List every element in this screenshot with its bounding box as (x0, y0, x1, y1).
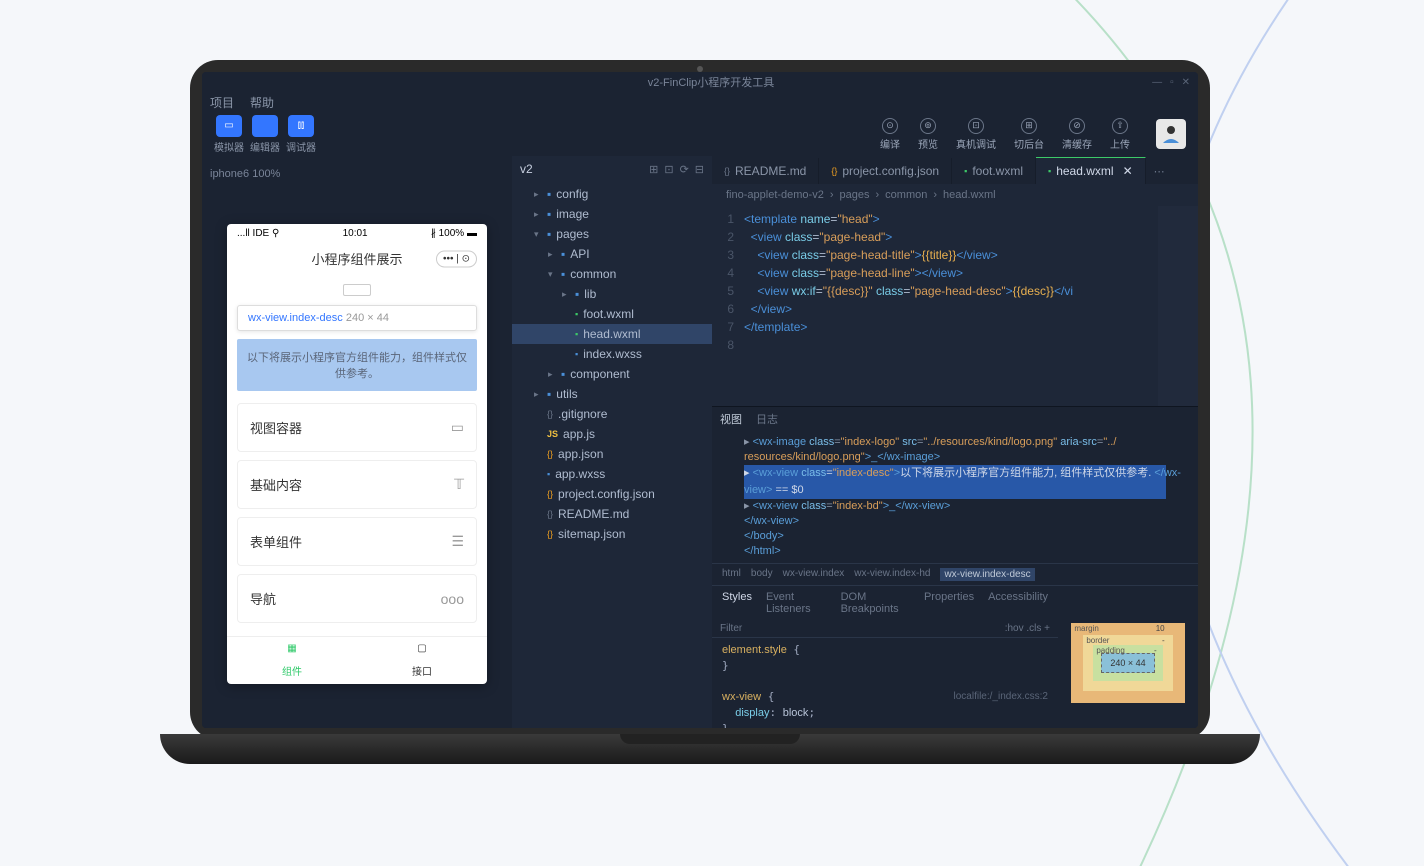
new-folder-icon[interactable]: ⊡ (664, 163, 673, 176)
refresh-icon[interactable]: ⟳ (680, 163, 689, 176)
styles-tab[interactable]: DOM Breakpoints (841, 591, 910, 615)
logo-placeholder (343, 284, 371, 296)
tree-item[interactable]: ▸▪lib (512, 284, 712, 304)
list-item[interactable]: 视图容器▭ (237, 403, 477, 452)
styles-tab[interactable]: Properties (924, 591, 974, 615)
tree-item[interactable]: ▸▪API (512, 244, 712, 264)
tree-item[interactable]: ▪head.wxml (512, 324, 712, 344)
capsule-menu[interactable]: ••• | ⊙ (436, 250, 477, 267)
tree-item[interactable]: ▸▪utils (512, 384, 712, 404)
maximize-icon[interactable]: ▫ (1170, 77, 1174, 88)
file-explorer: v2 ⊞ ⊡ ⟳ ⊟ ▸▪config▸▪image▾▪pages▸▪API▾▪… (512, 156, 712, 728)
code-editor[interactable]: 12345678 <template name="head"> <view cl… (712, 206, 1198, 406)
simulator-device-label: iphone6 100% (210, 164, 504, 184)
tree-item[interactable]: ▾▪pages (512, 224, 712, 244)
tab-close-icon[interactable]: ✕ (1123, 164, 1133, 178)
editor-tab[interactable]: {}project.config.json (819, 158, 952, 184)
phone-tab[interactable]: ▢接口 (357, 643, 487, 678)
tree-item[interactable]: {}project.config.json (512, 484, 712, 504)
editor-tab[interactable]: ▪head.wxml✕ (1036, 157, 1146, 184)
toolbar-action[interactable]: ⊘清缓存 (1062, 118, 1092, 151)
styles-tab[interactable]: Styles (722, 591, 752, 615)
devtools: 视图 日志 ▸ <wx-image class="index-logo" src… (712, 406, 1198, 728)
project-root[interactable]: v2 (520, 162, 533, 176)
box-model: margin10 border- padding- 240 × 44 (1058, 586, 1198, 728)
dom-tree[interactable]: ▸ <wx-image class="index-logo" src="../r… (712, 431, 1198, 563)
close-icon[interactable]: ✕ (1182, 77, 1190, 88)
styles-filter[interactable]: Filter (720, 623, 742, 634)
tree-item[interactable]: {}app.json (512, 444, 712, 464)
collapse-icon[interactable]: ⊟ (695, 163, 704, 176)
tree-item[interactable]: ▪app.wxss (512, 464, 712, 484)
menubar: 项目 帮助 (202, 92, 1198, 112)
highlighted-element[interactable]: 以下将展示小程序官方组件能力，组件样式仅供参考。 (237, 339, 477, 391)
tree-item[interactable]: ▸▪config (512, 184, 712, 204)
window-title: v2-FinClip小程序开发工具 (270, 74, 1152, 90)
editor-pane: {}README.md{}project.config.json▪foot.wx… (712, 156, 1198, 728)
css-rule[interactable]: element.style {} (712, 638, 1058, 677)
tab-more-icon[interactable]: ⋯ (1146, 159, 1173, 184)
tree-item[interactable]: ▸▪component (512, 364, 712, 384)
laptop-frame: v2-FinClip小程序开发工具 — ▫ ✕ 项目 帮助 ▭模拟器编辑器⫾⫾调… (160, 60, 1240, 780)
status-signal: ...ll IDE ⚲ (237, 228, 279, 239)
tree-item[interactable]: {}.gitignore (512, 404, 712, 424)
toolbar-action[interactable]: ⊙编译 (880, 118, 900, 151)
menu-project[interactable]: 项目 (210, 94, 234, 111)
toolbar-action[interactable]: ⊚预览 (918, 118, 938, 151)
mode-button[interactable]: ▭ (216, 115, 242, 137)
minimize-icon[interactable]: — (1152, 77, 1162, 88)
toolbar-action[interactable]: ⊡真机调试 (956, 118, 996, 151)
list-item[interactable]: 基础内容𝕋 (237, 460, 477, 509)
toolbar-action[interactable]: ⊞切后台 (1014, 118, 1044, 151)
styles-tab[interactable]: Accessibility (988, 591, 1048, 615)
inspector-tooltip: wx-view.index-desc 240 × 44 (237, 305, 477, 331)
app-title: 小程序组件展示 ••• | ⊙ (227, 243, 487, 274)
list-item[interactable]: 导航ooo (237, 574, 477, 623)
mode-button[interactable] (252, 115, 278, 137)
toolbar-action[interactable]: ⇧上传 (1110, 118, 1130, 151)
status-battery: ∦ 100% ▬ (431, 228, 477, 239)
menu-help[interactable]: 帮助 (250, 94, 274, 111)
editor-tab[interactable]: {}README.md (712, 158, 819, 184)
devtools-tab-view[interactable]: 视图 (720, 411, 742, 427)
window-controls: — ▫ ✕ (1152, 77, 1190, 88)
titlebar: v2-FinClip小程序开发工具 — ▫ ✕ (202, 72, 1198, 92)
styles-toggles[interactable]: :hov .cls + (1005, 623, 1050, 634)
minimap[interactable] (1158, 206, 1198, 406)
phone-tab[interactable]: ▦组件 (227, 643, 357, 678)
status-time: 10:01 (343, 228, 368, 239)
css-rule[interactable]: localfile:/_index.css:2wx-view { display… (712, 685, 1058, 728)
editor-tab[interactable]: ▪foot.wxml (952, 158, 1036, 184)
tree-item[interactable]: JSapp.js (512, 424, 712, 444)
phone-simulator: ...ll IDE ⚲ 10:01 ∦ 100% ▬ 小程序组件展示 ••• |… (227, 224, 487, 684)
styles-tab[interactable]: Event Listeners (766, 591, 827, 615)
tree-item[interactable]: {}sitemap.json (512, 524, 712, 544)
toolbar: ▭模拟器编辑器⫾⫾调试器 ⊙编译⊚预览⊡真机调试⊞切后台⊘清缓存⇧上传 (202, 112, 1198, 156)
ide-window: v2-FinClip小程序开发工具 — ▫ ✕ 项目 帮助 ▭模拟器编辑器⫾⫾调… (202, 72, 1198, 728)
breadcrumb: fino-applet-demo-v2 › pages › common › h… (712, 184, 1198, 206)
css-rule[interactable]: </span><span class="css-sel">.index-desc… (712, 677, 1058, 685)
tree-item[interactable]: ▪index.wxss (512, 344, 712, 364)
tree-item[interactable]: ▾▪common (512, 264, 712, 284)
list-item[interactable]: 表单组件☰ (237, 517, 477, 566)
tree-item[interactable]: {}README.md (512, 504, 712, 524)
tree-item[interactable]: ▸▪image (512, 204, 712, 224)
dom-breadcrumb: htmlbodywx-view.indexwx-view.index-hdwx-… (712, 563, 1198, 585)
avatar[interactable] (1156, 119, 1186, 149)
mode-button[interactable]: ⫾⫾ (288, 115, 314, 137)
tree-item[interactable]: ▪foot.wxml (512, 304, 712, 324)
devtools-tab-log[interactable]: 日志 (756, 411, 778, 427)
simulator-pane: iphone6 100% ...ll IDE ⚲ 10:01 ∦ 100% ▬ … (202, 156, 512, 728)
new-file-icon[interactable]: ⊞ (649, 163, 658, 176)
